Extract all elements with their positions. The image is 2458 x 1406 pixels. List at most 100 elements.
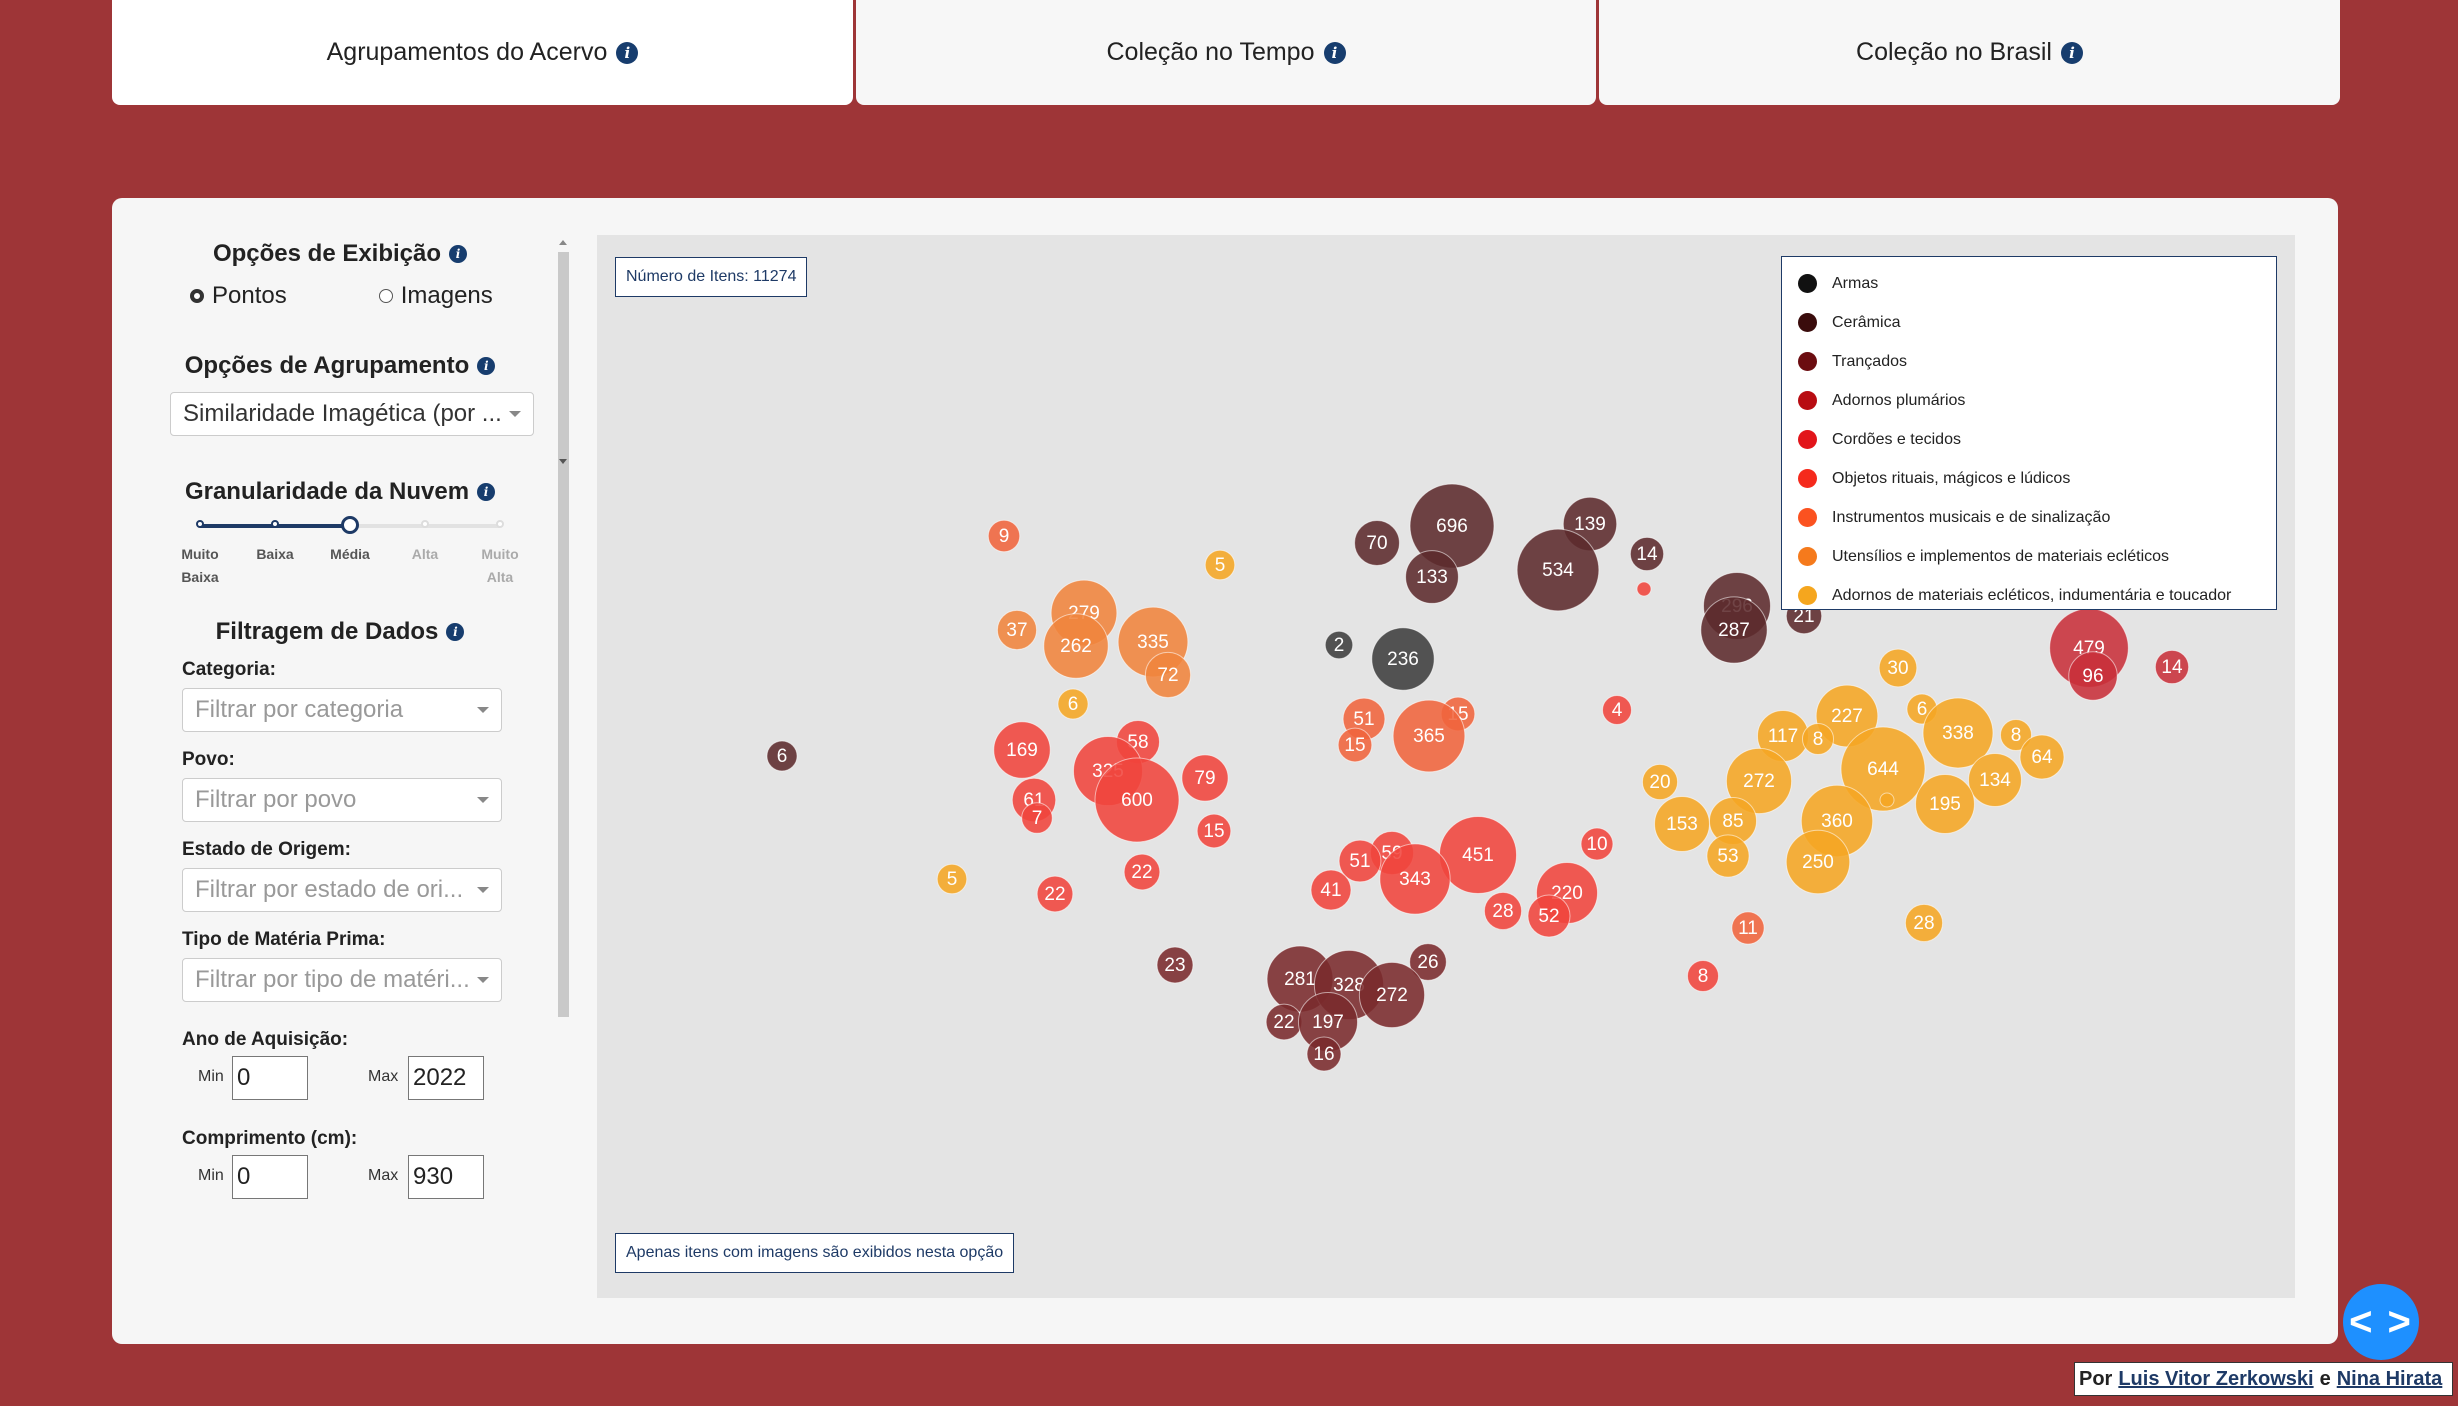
bubble[interactable]: 9: [987, 519, 1021, 553]
bubble[interactable]: 133: [1405, 550, 1459, 604]
bubble[interactable]: 79: [1181, 754, 1229, 802]
info-icon[interactable]: i: [477, 357, 496, 375]
bubble[interactable]: 15: [1337, 727, 1373, 763]
info-icon[interactable]: i: [477, 483, 496, 501]
bubble[interactable]: 22: [1123, 853, 1161, 891]
bubble[interactable]: 365: [1392, 699, 1466, 773]
bubble[interactable]: 7: [1021, 802, 1053, 834]
bubble[interactable]: 451: [1438, 815, 1518, 895]
radio-button-selected[interactable]: [190, 289, 204, 303]
length-max-input[interactable]: 930: [408, 1155, 484, 1199]
bubble[interactable]: 10: [1580, 827, 1614, 861]
scroll-thumb[interactable]: [558, 252, 569, 1017]
bubble[interactable]: 134: [1968, 753, 2022, 807]
bubble[interactable]: 534: [1516, 528, 1600, 612]
radio-images[interactable]: Imagens: [378, 282, 493, 310]
legend-item[interactable]: Utensílios e implementos de materiais ec…: [1782, 537, 2276, 576]
year-max-input[interactable]: 2022: [408, 1056, 484, 1100]
slider-dot[interactable]: [421, 520, 429, 528]
info-icon[interactable]: i: [2060, 41, 2083, 64]
scroll-up-icon[interactable]: [559, 240, 567, 245]
bubble[interactable]: 96: [2068, 651, 2118, 701]
bubble[interactable]: 5: [1204, 549, 1236, 581]
radio-button[interactable]: [378, 289, 393, 303]
bubble[interactable]: 14: [2154, 649, 2190, 685]
bubble[interactable]: 41: [1310, 869, 1352, 911]
bubble[interactable]: 236: [1371, 627, 1435, 691]
legend-item[interactable]: Cerâmica: [1782, 303, 2276, 342]
bubble[interactable]: 70: [1354, 520, 1400, 566]
people-select[interactable]: Filtrar por povo: [182, 778, 502, 822]
legend-item[interactable]: Objetos rituais, mágicos e lúdicos: [1782, 459, 2276, 498]
bubble[interactable]: 16: [1306, 1036, 1342, 1072]
slider-handle[interactable]: [341, 516, 359, 534]
bubble[interactable]: 22: [1265, 1003, 1303, 1041]
slider-dot[interactable]: [196, 520, 204, 528]
slider-dot[interactable]: [271, 520, 279, 528]
code-toggle-button[interactable]: < >: [2343, 1284, 2419, 1360]
bubble-circle[interactable]: [1879, 792, 1895, 808]
bubble[interactable]: 343: [1379, 843, 1451, 915]
bubble[interactable]: 20: [1641, 763, 1679, 801]
bubble[interactable]: 153: [1654, 796, 1710, 852]
bubble[interactable]: 11: [1731, 911, 1765, 945]
bubble[interactable]: 64: [2019, 734, 2065, 780]
year-min-input[interactable]: 0: [232, 1056, 308, 1100]
grouping-select[interactable]: Similaridade Imagética (por ...: [170, 392, 534, 436]
info-icon[interactable]: i: [616, 41, 639, 64]
bubble[interactable]: 22: [1036, 875, 1074, 913]
slider-dot[interactable]: [496, 520, 504, 528]
bubble-chart[interactable]: 6961397013353414296287212236952793726233…: [597, 235, 2295, 1298]
bubble[interactable]: 8: [1801, 722, 1835, 756]
bubble[interactable]: 15: [1196, 813, 1232, 849]
info-icon[interactable]: i: [446, 623, 465, 641]
bubble[interactable]: 6: [1057, 688, 1089, 720]
bubble[interactable]: 30: [1878, 648, 1918, 688]
bubble[interactable]: 5: [936, 863, 968, 895]
bubble[interactable]: 8: [1686, 959, 1720, 993]
bubble[interactable]: 52: [1527, 894, 1571, 938]
info-icon[interactable]: i: [449, 245, 468, 263]
legend-item[interactable]: Trançados: [1782, 342, 2276, 381]
granularity-slider[interactable]: [196, 516, 504, 534]
radio-points[interactable]: Pontos: [190, 282, 287, 310]
info-icon[interactable]: i: [1323, 41, 1346, 64]
bubble-circle[interactable]: [1636, 581, 1652, 597]
bubble[interactable]: 2: [1324, 630, 1354, 660]
author-link-2[interactable]: Nina Hirata: [2337, 1368, 2443, 1391]
material-select[interactable]: Filtrar por tipo de matéri...: [182, 958, 502, 1002]
bubble[interactable]: [1636, 581, 1652, 597]
bubble[interactable]: 4: [1602, 695, 1632, 725]
scroll-down-icon[interactable]: [559, 459, 567, 464]
bubble[interactable]: 250: [1785, 829, 1851, 895]
legend-item[interactable]: Armas: [1782, 264, 2276, 303]
bubble[interactable]: 53: [1706, 834, 1750, 878]
bubble[interactable]: 37: [996, 609, 1038, 651]
bubble[interactable]: 72: [1144, 651, 1192, 699]
bubble[interactable]: [1879, 792, 1895, 808]
bubble[interactable]: 23: [1156, 946, 1194, 984]
length-min-input[interactable]: 0: [232, 1155, 308, 1199]
sidebar-scrollbar[interactable]: [556, 240, 571, 1240]
bubble[interactable]: 14: [1629, 536, 1665, 572]
author-link-1[interactable]: Luis Vitor Zerkowski: [2118, 1368, 2313, 1391]
bubble[interactable]: 262: [1043, 613, 1109, 679]
bubble-count-label: 30: [1887, 658, 1908, 679]
bubble[interactable]: 272: [1358, 961, 1426, 1029]
bubble[interactable]: 6: [766, 740, 798, 772]
tab-colecao-tempo[interactable]: Coleção no Tempo i: [856, 0, 1596, 105]
bubble[interactable]: 28: [1483, 891, 1523, 931]
category-select[interactable]: Filtrar por categoria: [182, 688, 502, 732]
bubble[interactable]: 28: [1904, 903, 1944, 943]
legend-item[interactable]: Adornos plumários: [1782, 381, 2276, 420]
bubble[interactable]: 600: [1094, 757, 1180, 843]
legend-item[interactable]: Instrumentos musicais e de sinalização: [1782, 498, 2276, 537]
state-select[interactable]: Filtrar por estado de ori...: [182, 868, 502, 912]
bubble[interactable]: 195: [1915, 774, 1975, 834]
tab-agrupamentos[interactable]: Agrupamentos do Acervo i: [112, 0, 853, 105]
bubble[interactable]: 169: [993, 721, 1051, 779]
tab-colecao-brasil[interactable]: Coleção no Brasil i: [1599, 0, 2340, 105]
bubble[interactable]: 287: [1700, 596, 1768, 664]
legend-item[interactable]: Adornos de materiais ecléticos, indument…: [1782, 576, 2276, 615]
legend-item[interactable]: Cordões e tecidos: [1782, 420, 2276, 459]
